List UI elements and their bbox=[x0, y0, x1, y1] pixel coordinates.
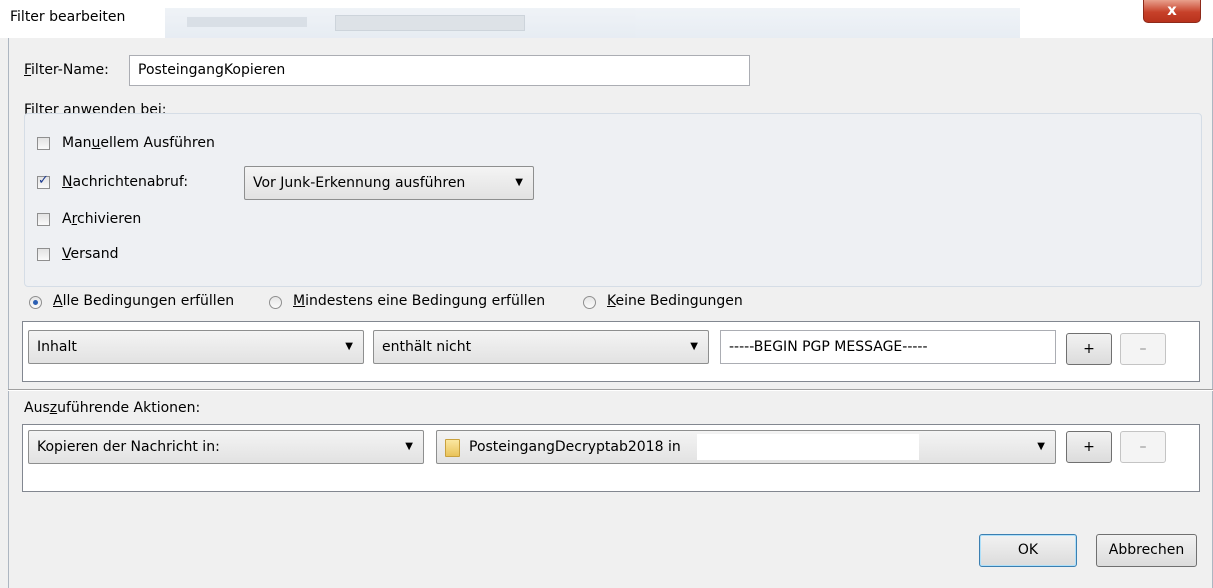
add-action-button[interactable]: + bbox=[1066, 431, 1112, 463]
checkbox-archive[interactable] bbox=[37, 213, 50, 226]
condition-field-value: Inhalt bbox=[37, 339, 77, 355]
chevron-down-icon: ▼ bbox=[1037, 441, 1045, 452]
checkbox-message-fetch-label[interactable]: Nachrichtenabruf: bbox=[62, 174, 188, 190]
checkbox-archive-label[interactable]: Archivieren bbox=[62, 211, 141, 227]
action-type-dropdown[interactable]: Kopieren der Nachricht in: ▼ bbox=[28, 430, 424, 464]
background-window-ghost bbox=[165, 8, 1020, 38]
ok-button[interactable]: OK bbox=[979, 534, 1077, 567]
filter-name-label: Filter-Name: bbox=[24, 62, 109, 78]
condition-field-dropdown[interactable]: Inhalt ▼ bbox=[28, 330, 364, 364]
action-type-value: Kopieren der Nachricht in: bbox=[37, 439, 220, 455]
radio-match-all-label[interactable]: Alle Bedingungen erfüllen bbox=[53, 293, 234, 309]
folder-icon bbox=[445, 439, 460, 457]
chevron-down-icon: ▼ bbox=[690, 341, 698, 352]
radio-match-none-label[interactable]: Keine Bedingungen bbox=[607, 293, 743, 309]
checkbox-send-label[interactable]: Versand bbox=[62, 246, 119, 262]
target-folder-value: PosteingangDecryptab2018 in bbox=[469, 439, 681, 455]
add-condition-button[interactable]: + bbox=[1066, 333, 1112, 365]
junk-timing-dropdown-value: Vor Junk-Erkennung ausführen bbox=[253, 175, 466, 191]
target-folder-dropdown[interactable]: PosteingangDecryptab2018 in ▼ bbox=[436, 430, 1056, 464]
radio-match-any[interactable] bbox=[269, 296, 282, 309]
checkbox-manual-run-label[interactable]: Manuellem Ausführen bbox=[62, 135, 215, 151]
remove-action-button[interactable]: – bbox=[1120, 431, 1166, 463]
checkbox-send[interactable] bbox=[37, 248, 50, 261]
radio-match-none[interactable] bbox=[583, 296, 596, 309]
condition-operator-dropdown[interactable]: enthält nicht ▼ bbox=[373, 330, 709, 364]
redacted-account bbox=[697, 434, 919, 460]
window-title: Filter bearbeiten bbox=[10, 9, 126, 25]
checkbox-manual-run[interactable] bbox=[37, 137, 50, 150]
chevron-down-icon: ▼ bbox=[345, 341, 353, 352]
junk-timing-dropdown[interactable]: Vor Junk-Erkennung ausführen ▼ bbox=[244, 166, 534, 200]
close-icon: x bbox=[1167, 1, 1177, 19]
filter-name-input[interactable]: PosteingangKopieren bbox=[129, 55, 750, 86]
remove-condition-button[interactable]: – bbox=[1120, 333, 1166, 365]
actions-label: Auszuführende Aktionen: bbox=[24, 400, 201, 416]
checkbox-message-fetch[interactable] bbox=[37, 173, 50, 189]
condition-value-input[interactable]: -----BEGIN PGP MESSAGE----- bbox=[720, 330, 1056, 364]
radio-match-all[interactable] bbox=[29, 296, 42, 309]
chevron-down-icon: ▼ bbox=[405, 441, 413, 452]
chevron-down-icon: ▼ bbox=[515, 177, 523, 188]
condition-operator-value: enthält nicht bbox=[382, 339, 472, 355]
section-divider bbox=[8, 389, 1213, 391]
cancel-button[interactable]: Abbrechen bbox=[1096, 534, 1197, 567]
radio-match-any-label[interactable]: Mindestens eine Bedingung erfüllen bbox=[293, 293, 545, 309]
title-bar: Filter bearbeiten x bbox=[0, 0, 1213, 38]
close-button[interactable]: x bbox=[1143, 0, 1201, 23]
